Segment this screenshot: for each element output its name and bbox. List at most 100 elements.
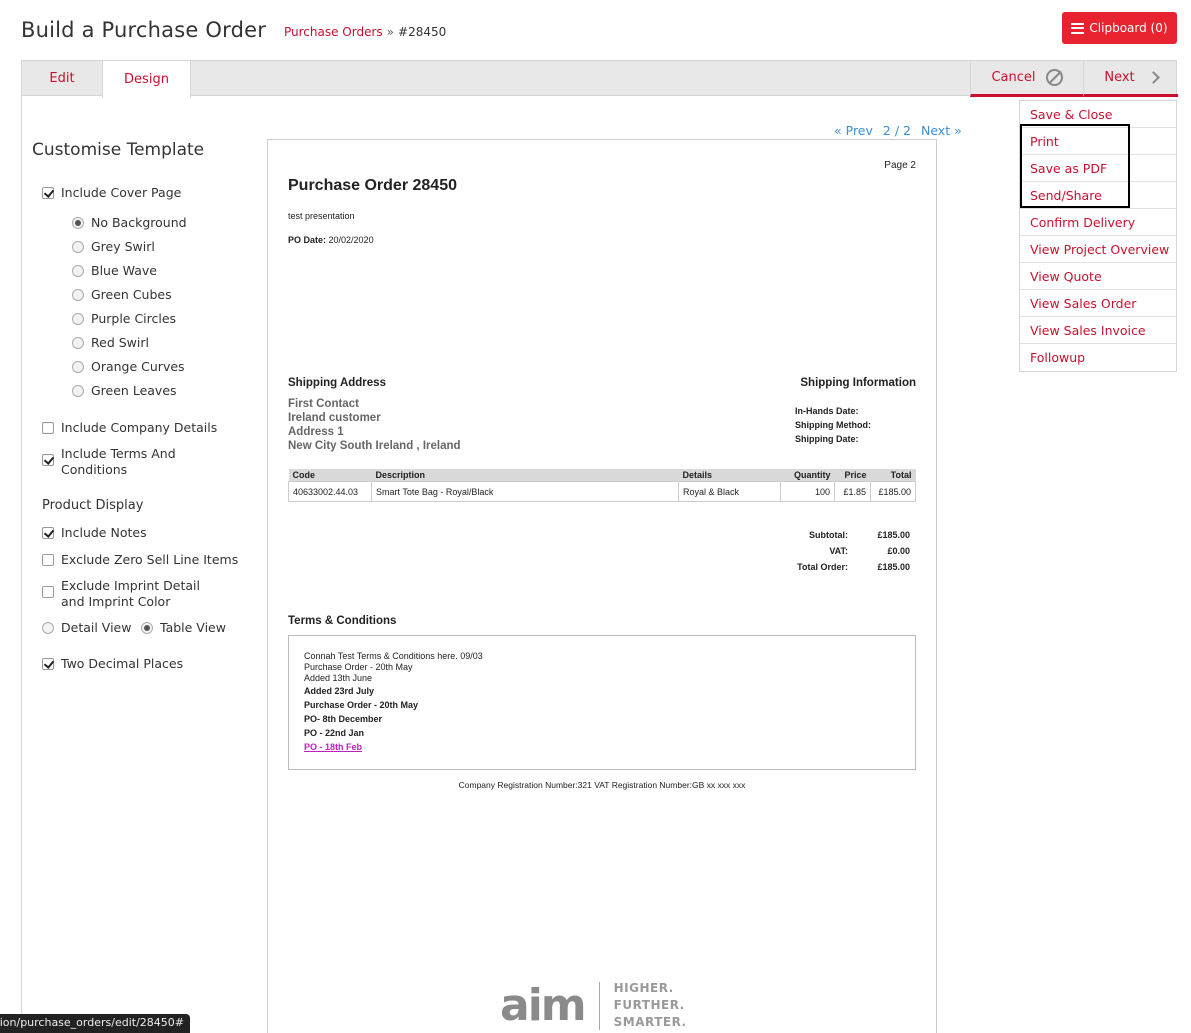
menu-item-send-share[interactable]: Send/Share — [1020, 182, 1176, 209]
option-label: Table View — [160, 620, 226, 635]
checkbox[interactable] — [42, 422, 54, 434]
option-label: Blue Wave — [91, 263, 157, 278]
cell-details: Royal & Black — [678, 481, 781, 502]
address-line: New City South Ireland , Ireland — [288, 440, 461, 452]
radio-no-background[interactable]: No Background — [72, 215, 187, 230]
next-dropdown-menu: Save & Close Print Save as PDF Send/Shar… — [1019, 100, 1177, 372]
po-subtitle: test presentation — [288, 211, 355, 221]
option-two-decimal[interactable]: Two Decimal Places — [42, 656, 183, 671]
shipping-method-label: Shipping Method: — [795, 420, 871, 430]
po-date-value: 20/02/2020 — [328, 235, 374, 245]
radio-red-swirl[interactable]: Red Swirl — [72, 335, 149, 350]
table-header-row: Code Description Details Quantity Price … — [288, 469, 916, 482]
radio-detail-view[interactable]: Detail View — [42, 620, 131, 635]
cell-code: 40633002.44.03 — [288, 481, 372, 502]
browser-status-url: ision/purchase_orders/edit/28450# — [0, 1014, 190, 1033]
po-date: PO Date: 20/02/2020 — [288, 235, 374, 245]
terms-link[interactable]: PO - 18th Feb — [304, 740, 900, 754]
radio-grey-swirl[interactable]: Grey Swirl — [72, 239, 155, 254]
logo-wordmark: aim — [500, 979, 587, 1031]
checkbox[interactable] — [42, 527, 54, 539]
col-quantity: Quantity — [780, 469, 835, 482]
menu-item-followup[interactable]: Followup — [1020, 344, 1176, 371]
radio[interactable] — [141, 622, 153, 634]
tab-edit[interactable]: Edit — [22, 60, 102, 97]
radio[interactable] — [42, 622, 54, 634]
menu-item-print[interactable]: Print — [1020, 128, 1176, 155]
sidebar-title: Customise Template — [32, 140, 205, 160]
option-include-terms[interactable]: Include Terms And Conditions — [42, 446, 192, 478]
in-hands-date-label: In-Hands Date: — [795, 406, 859, 416]
radio[interactable] — [72, 361, 84, 373]
totals: Subtotal: £185.00 VAT: £0.00 Total Order: £… — [768, 530, 910, 578]
menu-item-save-pdf[interactable]: Save as PDF — [1020, 155, 1176, 182]
tab-bar: Edit Design Cancel Next — [21, 60, 1178, 98]
radio[interactable] — [72, 241, 84, 253]
option-exclude-imprint[interactable]: Exclude Imprint Detail and Imprint Color — [42, 578, 227, 610]
next-button[interactable]: Next — [1083, 60, 1178, 97]
col-price: Price — [834, 469, 871, 482]
radio-green-leaves[interactable]: Green Leaves — [72, 383, 177, 398]
radio-blue-wave[interactable]: Blue Wave — [72, 263, 157, 278]
checkbox[interactable] — [42, 554, 54, 566]
terms-line: Purchase Order - 20th May — [304, 700, 419, 710]
ban-icon — [1045, 68, 1063, 86]
option-label: Include Cover Page — [61, 185, 182, 200]
menu-item-view-sales-invoice[interactable]: View Sales Invoice — [1020, 317, 1176, 344]
option-label: Detail View — [61, 620, 132, 635]
radio[interactable] — [72, 265, 84, 277]
radio-green-cubes[interactable]: Green Cubes — [72, 287, 172, 302]
checkbox[interactable] — [42, 454, 54, 466]
option-label: Exclude Zero Sell Line Items — [61, 552, 239, 567]
page-indicator: 2 / 2 — [882, 123, 911, 138]
menu-item-view-quote[interactable]: View Quote — [1020, 263, 1176, 290]
checkbox[interactable] — [42, 187, 54, 199]
option-include-company-details[interactable]: Include Company Details — [42, 420, 217, 435]
cancel-button[interactable]: Cancel — [970, 60, 1083, 97]
radio[interactable] — [72, 337, 84, 349]
logo-divider — [598, 981, 600, 1030]
option-include-notes[interactable]: Include Notes — [42, 525, 147, 540]
subtotal-label: Subtotal: — [809, 530, 848, 540]
po-title: Purchase Order 28450 — [288, 177, 457, 194]
radio-orange-curves[interactable]: Orange Curves — [72, 359, 185, 374]
radio-table-view[interactable]: Table View — [141, 620, 226, 635]
cell-price: £1.85 — [834, 481, 871, 502]
aim-logo: aim HIGHER. FURTHER. SMARTER. — [500, 980, 687, 1031]
option-exclude-zero-sell[interactable]: Exclude Zero Sell Line Items — [42, 552, 238, 567]
menu-item-save-close[interactable]: Save & Close — [1020, 101, 1176, 128]
menu-item-view-sales-order[interactable]: View Sales Order — [1020, 290, 1176, 317]
clipboard-button[interactable]: Clipboard (0) — [1062, 12, 1177, 44]
breadcrumb-current: #28450 — [398, 25, 447, 39]
tagline-line: SMARTER. — [613, 1015, 687, 1029]
col-details: Details — [678, 469, 781, 482]
checkbox[interactable] — [42, 586, 54, 598]
terms-line: PO - 22nd Jan — [304, 728, 365, 738]
total-label: Total Order: — [797, 562, 848, 572]
radio[interactable] — [72, 289, 84, 301]
checkbox[interactable] — [42, 658, 54, 670]
breadcrumb-purchase-orders-link[interactable]: Purchase Orders — [284, 25, 383, 39]
po-date-label: PO Date: — [288, 235, 327, 245]
status-url-text: ision/purchase_orders/edit/28450# — [0, 1016, 184, 1029]
prev-page-link[interactable]: « Prev — [834, 123, 873, 138]
option-include-cover-page[interactable]: Include Cover Page — [42, 185, 181, 200]
line-items-table: Code Description Details Quantity Price … — [288, 469, 916, 502]
page-pager: « Prev 2 / 2 Next » — [834, 123, 962, 138]
terms-line: Purchase Order - 20th May — [304, 662, 413, 672]
menu-item-view-project-overview[interactable]: View Project Overview — [1020, 236, 1176, 263]
menu-item-confirm-delivery[interactable]: Confirm Delivery — [1020, 209, 1176, 236]
radio[interactable] — [72, 385, 84, 397]
page-title: Build a Purchase Order — [21, 18, 267, 42]
cell-total: £185.00 — [870, 481, 916, 502]
tab-design[interactable]: Design — [102, 60, 191, 98]
clipboard-label: Clipboard (0) — [1089, 21, 1168, 35]
shipping-info: In-Hands Date: Shipping Method: Shipping… — [795, 404, 871, 446]
radio[interactable] — [72, 313, 84, 325]
radio-purple-circles[interactable]: Purple Circles — [72, 311, 176, 326]
chevron-right-icon — [1146, 70, 1160, 84]
terms-box: Connah Test Terms & Conditions here. 09/… — [288, 635, 916, 770]
next-page-link[interactable]: Next » — [921, 123, 962, 138]
option-label: Purple Circles — [91, 311, 177, 326]
radio[interactable] — [72, 217, 84, 229]
